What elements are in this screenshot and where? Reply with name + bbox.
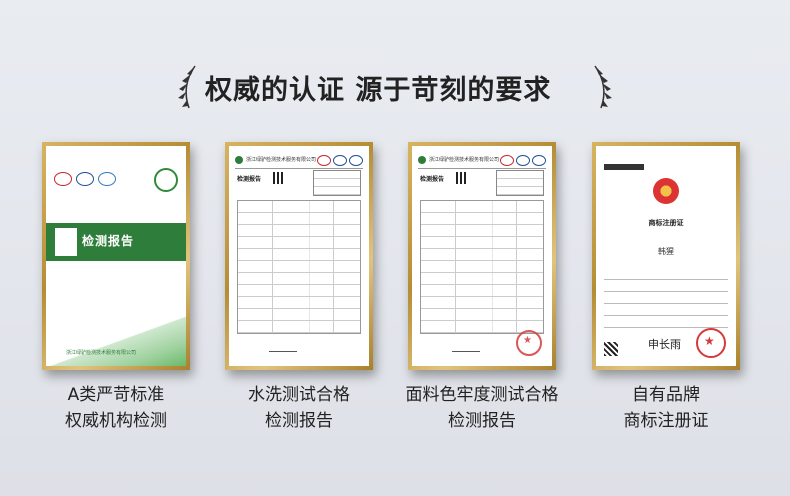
caption-colorfastness: 面料色牢度测试合格 检测报告 xyxy=(405,385,559,431)
cma-logo-icon xyxy=(317,155,331,166)
report-info-box xyxy=(313,170,361,196)
ilac-logo-icon xyxy=(76,172,94,186)
ilac-logo-icon xyxy=(516,155,530,166)
red-seal-icon xyxy=(696,328,726,358)
report-header: 浙江绿驴检测技术服务有限公司 xyxy=(418,154,546,169)
national-emblem-icon xyxy=(653,178,679,204)
cert-logos xyxy=(54,172,116,186)
caption-a-class: A类严苛标准 权威机构检测 xyxy=(65,385,167,431)
cover-band: 检测报告 xyxy=(46,223,186,261)
certificate-frame-a-class: 检测报告 浙江绿驴检测技术服务有限公司 xyxy=(42,142,190,370)
report-table xyxy=(420,200,544,334)
section-heading: 权威的认证 源于苛刻的要求 xyxy=(0,58,790,118)
red-seal-icon xyxy=(516,330,542,356)
cma-logo-icon xyxy=(54,172,72,186)
laurel-right-icon xyxy=(594,65,612,109)
cover-company: 浙江绿驴检测技术服务有限公司 xyxy=(66,350,137,356)
donkey-logo-icon xyxy=(154,168,178,192)
director-signature: 申长雨 xyxy=(648,338,681,351)
donkey-mascot-icon xyxy=(55,228,77,256)
cover-decoration xyxy=(46,306,186,366)
company-logo-icon xyxy=(418,156,426,164)
ilac-logo-icon xyxy=(333,155,347,166)
cnas-logo-icon xyxy=(532,155,546,166)
company-logo-icon xyxy=(235,156,243,164)
report-title: 检测报告 xyxy=(237,176,262,183)
report-title: 检测报告 xyxy=(420,176,445,183)
signature xyxy=(269,343,297,352)
certificate-frame-trademark: 商标注册证 韩猩 申长雨 xyxy=(592,142,740,370)
report-table xyxy=(237,200,361,334)
cma-logo-icon xyxy=(500,155,514,166)
qr-code-icon xyxy=(273,172,285,184)
laurel-left-icon xyxy=(178,65,196,109)
colorfastness-report: 浙江绿驴检测技术服务有限公司 检测报告 xyxy=(412,146,552,366)
wash-test-report: 浙江绿驴检测技术服务有限公司 检测报告 xyxy=(229,146,369,366)
certificate-frame-wash-test: 浙江绿驴检测技术服务有限公司 检测报告 xyxy=(225,142,373,370)
qr-code-icon xyxy=(604,342,618,356)
cert-top-bar xyxy=(604,164,728,172)
signature xyxy=(452,343,480,352)
caption-trademark: 自有品牌 商标注册证 xyxy=(623,385,709,431)
trademark-name: 韩猩 xyxy=(658,247,674,256)
cnas-logo-icon xyxy=(98,172,116,186)
cert-title: 商标注册证 xyxy=(648,219,684,227)
report-cover: 检测报告 浙江绿驴检测技术服务有限公司 xyxy=(46,146,186,366)
qr-code-icon xyxy=(456,172,468,184)
cnas-logo-icon xyxy=(349,155,363,166)
cover-title: 检测报告 xyxy=(82,234,135,248)
trademark-certificate: 商标注册证 韩猩 申长雨 xyxy=(596,146,736,366)
report-info-box xyxy=(496,170,544,196)
caption-wash-test: 水洗测试合格 检测报告 xyxy=(248,385,350,431)
certificate-frame-colorfastness: 浙江绿驴检测技术服务有限公司 检测报告 xyxy=(408,142,556,370)
page-title: 权威的认证 源于苛刻的要求 xyxy=(205,75,552,106)
cert-details xyxy=(604,268,728,332)
report-header: 浙江绿驴检测技术服务有限公司 xyxy=(235,154,363,169)
